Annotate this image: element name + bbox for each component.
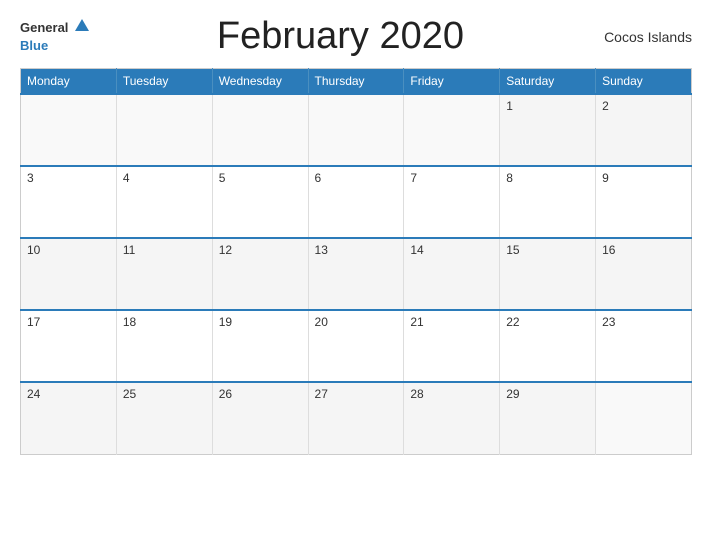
day-number: 4 [123,171,130,185]
calendar-day-cell: 29 [500,382,596,454]
calendar-day-cell: 24 [21,382,117,454]
weekday-header-monday: Monday [21,69,117,95]
region-label: Cocos Islands [592,29,692,45]
day-number: 8 [506,171,513,185]
calendar-day-cell: 21 [404,310,500,382]
calendar-day-cell: 25 [116,382,212,454]
calendar-day-cell: 26 [212,382,308,454]
calendar-day-cell: 28 [404,382,500,454]
day-number: 11 [123,243,135,257]
day-number: 25 [123,387,136,401]
calendar-day-cell: 23 [596,310,692,382]
calendar-day-cell: 5 [212,166,308,238]
day-number: 3 [27,171,34,185]
calendar-day-cell: 17 [21,310,117,382]
calendar-day-cell: 2 [596,94,692,166]
calendar-day-cell: 22 [500,310,596,382]
logo-text: General [20,19,89,37]
calendar-week-row: 24 25 26 27 28 29 [21,382,692,454]
calendar-day-cell: 7 [404,166,500,238]
calendar-day-cell: 12 [212,238,308,310]
day-number: 6 [315,171,322,185]
day-number: 14 [410,243,423,257]
weekday-header-tuesday: Tuesday [116,69,212,95]
weekday-header-thursday: Thursday [308,69,404,95]
calendar-day-cell: 15 [500,238,596,310]
calendar-day-cell: 16 [596,238,692,310]
calendar-day-cell: 14 [404,238,500,310]
calendar-day-cell [116,94,212,166]
calendar-week-row: 10 11 12 13 14 15 16 [21,238,692,310]
calendar-day-cell [596,382,692,454]
calendar-day-cell: 4 [116,166,212,238]
day-number: 18 [123,315,136,329]
calendar-day-cell: 11 [116,238,212,310]
logo-triangle-icon [75,19,89,31]
calendar-week-row: 17 18 19 20 21 22 23 [21,310,692,382]
calendar-week-row: 12 [21,94,692,166]
weekday-header-friday: Friday [404,69,500,95]
day-number: 5 [219,171,226,185]
day-number: 1 [506,99,513,113]
day-number: 19 [219,315,232,329]
calendar-day-cell [212,94,308,166]
day-number: 27 [315,387,328,401]
day-number: 9 [602,171,609,185]
calendar-day-cell: 20 [308,310,404,382]
day-number: 29 [506,387,519,401]
calendar-day-cell: 10 [21,238,117,310]
day-number: 2 [602,99,609,113]
day-number: 7 [410,171,417,185]
day-number: 20 [315,315,328,329]
day-number: 16 [602,243,615,257]
logo-general: General [20,20,68,35]
day-number: 21 [410,315,423,329]
calendar-day-cell: 3 [21,166,117,238]
day-number: 28 [410,387,423,401]
day-number: 13 [315,243,328,257]
day-number: 24 [27,387,40,401]
calendar-day-cell [21,94,117,166]
day-number: 17 [27,315,40,329]
calendar-day-cell: 9 [596,166,692,238]
month-title: February 2020 [89,15,592,58]
day-number: 23 [602,315,615,329]
page: General Blue February 2020 Cocos Islands… [0,0,712,550]
calendar-day-cell: 27 [308,382,404,454]
weekday-header-row: MondayTuesdayWednesdayThursdayFridaySatu… [21,69,692,95]
calendar-day-cell: 6 [308,166,404,238]
weekday-header-sunday: Sunday [596,69,692,95]
logo-blue: Blue [20,38,48,53]
day-number: 12 [219,243,232,257]
day-number: 26 [219,387,232,401]
header: General Blue February 2020 Cocos Islands [20,15,692,58]
calendar-day-cell: 13 [308,238,404,310]
calendar-day-cell: 19 [212,310,308,382]
calendar-day-cell: 1 [500,94,596,166]
weekday-header-saturday: Saturday [500,69,596,95]
calendar-day-cell [404,94,500,166]
day-number: 22 [506,315,519,329]
day-number: 10 [27,243,40,257]
calendar-day-cell [308,94,404,166]
calendar-table: MondayTuesdayWednesdayThursdayFridaySatu… [20,68,692,455]
day-number: 15 [506,243,519,257]
calendar-day-cell: 18 [116,310,212,382]
calendar-day-cell: 8 [500,166,596,238]
calendar-week-row: 3 4 5 6 7 8 9 [21,166,692,238]
weekday-header-wednesday: Wednesday [212,69,308,95]
logo: General Blue [20,19,89,55]
